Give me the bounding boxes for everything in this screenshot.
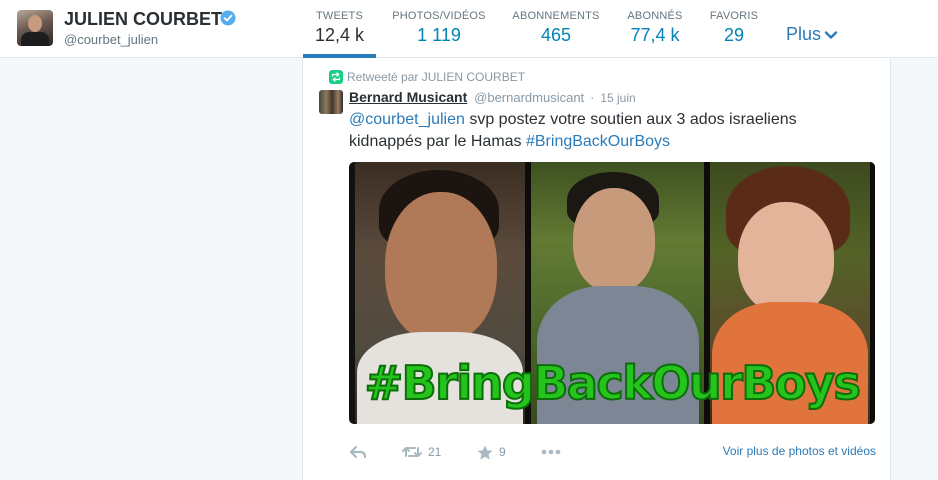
image-hashtag-text: #BringBackOurBoys — [364, 355, 862, 411]
tweet-header: Bernard Musicant @bernardmusicant · 15 j… — [349, 89, 636, 105]
reply-button[interactable] — [349, 442, 367, 462]
tweet-photo[interactable]: #BringBackOurBoys — [349, 162, 875, 424]
tab-label: ABONNEMENTS — [512, 10, 600, 22]
photo-face — [738, 202, 834, 314]
tab-abonnes[interactable]: ABONNÉS 77,4 k — [624, 0, 686, 58]
mention-link[interactable]: @courbet_julien — [349, 111, 465, 128]
more-menu-button[interactable]: Plus — [786, 24, 838, 45]
hashtag-link[interactable]: #BringBackOurBoys — [526, 133, 670, 150]
profile-handle: @courbet_julien — [64, 32, 159, 47]
author-name[interactable]: Bernard Musicant — [349, 89, 467, 105]
author-handle[interactable]: @bernardmusicant — [474, 90, 584, 105]
profile-name[interactable]: JULIEN COURBET — [64, 9, 222, 30]
tab-label: FAVORIS — [709, 10, 759, 22]
retweeted-by[interactable]: Retweeté par JULIEN COURBET — [347, 70, 525, 84]
star-icon — [477, 445, 493, 459]
tab-count: 29 — [723, 25, 745, 45]
retweet-icon — [402, 447, 422, 457]
avatar-face — [28, 15, 42, 32]
tab-count: 12,4 k — [314, 25, 365, 45]
tweet-timestamp[interactable]: 15 juin — [600, 91, 635, 105]
more-dots-icon — [541, 449, 561, 455]
more-actions-button[interactable] — [541, 442, 561, 462]
chevron-down-icon — [824, 31, 838, 39]
tab-photos-videos[interactable]: PHOTOS/VIDÉOS 1 119 — [392, 0, 486, 58]
tab-label: ABONNÉS — [627, 10, 683, 22]
profile-avatar[interactable] — [17, 10, 53, 46]
photo-face — [573, 188, 655, 292]
retweet-count: 21 — [428, 445, 442, 459]
favorite-button[interactable]: 9 — [477, 442, 506, 462]
tab-abonnements[interactable]: ABONNEMENTS 465 — [510, 0, 602, 58]
tab-label: PHOTOS/VIDÉOS — [392, 10, 486, 22]
separator-dot: · — [590, 90, 595, 105]
view-more-media-link[interactable]: Voir plus de photos et vidéos — [723, 444, 876, 458]
tweet-text: @courbet_julien svp postez votre soutien… — [349, 109, 869, 153]
tab-count: 77,4 k — [630, 25, 680, 45]
avatar-body — [21, 32, 49, 46]
tab-tweets[interactable]: TWEETS 12,4 k — [303, 0, 376, 58]
retweet-button[interactable]: 21 — [402, 442, 441, 462]
tab-label: TWEETS — [315, 10, 364, 22]
retweet-context: Retweeté par JULIEN COURBET — [329, 70, 525, 84]
tab-favoris[interactable]: FAVORIS 29 — [708, 0, 760, 58]
timeline: Retweeté par JULIEN COURBET Bernard Musi… — [302, 58, 891, 480]
tab-count: 1 119 — [417, 25, 461, 45]
reply-icon — [349, 445, 367, 459]
author-avatar[interactable] — [319, 90, 343, 114]
photo-face — [385, 192, 497, 342]
tweet-actions: 21 9 Voir plus de photos et vidéos — [349, 442, 876, 462]
verified-badge-icon — [220, 10, 236, 26]
profile-nav-bar: JULIEN COURBET @courbet_julien TWEETS 12… — [0, 0, 938, 58]
retweet-icon — [329, 70, 343, 84]
favorite-count: 9 — [499, 445, 506, 459]
more-label: Plus — [786, 24, 822, 44]
tab-count: 465 — [540, 25, 572, 45]
